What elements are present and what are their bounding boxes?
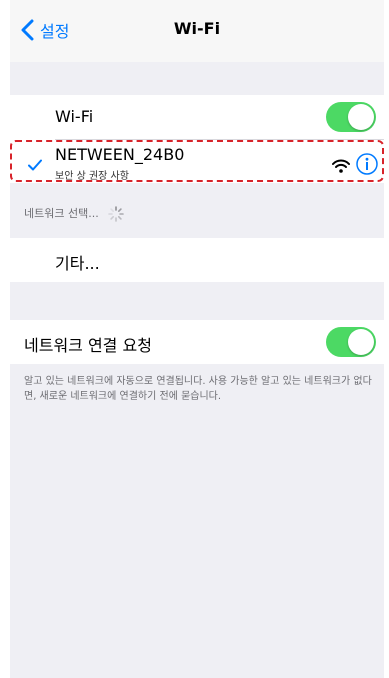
ask-to-join-group: 네트워크 연결 요청 <box>10 320 384 364</box>
wifi-toggle[interactable] <box>326 102 376 132</box>
highlight-box <box>10 140 384 182</box>
navigation-bar: 설정 Wi-Fi <box>10 0 384 62</box>
other-network-group: 기타... <box>10 238 384 282</box>
other-network-label: 기타... <box>55 254 100 273</box>
loading-spinner-icon <box>108 206 125 222</box>
wifi-settings-screen: 설정 Wi-Fi Wi-Fi NETWEEN_24B0 보안 상 권장 사항 네… <box>10 0 384 678</box>
toggle-knob <box>348 329 374 355</box>
ask-to-join-description: 알고 있는 네트워크에 자동으로 연결됩니다. 사용 가능한 알고 있는 네트워… <box>24 376 372 402</box>
network-select-header: 네트워크 선택... <box>24 205 125 222</box>
ask-to-join-toggle[interactable] <box>326 327 376 357</box>
ask-to-join-label: 네트워크 연결 요청 <box>24 336 152 355</box>
page-title: Wi-Fi <box>173 19 221 38</box>
ask-to-join-row: 네트워크 연결 요청 <box>10 320 384 364</box>
wifi-toggle-row: Wi-Fi <box>10 95 384 139</box>
network-select-label: 네트워크 선택... <box>24 207 99 220</box>
toggle-knob <box>348 104 374 130</box>
wifi-label: Wi-Fi <box>55 107 94 126</box>
other-network-row[interactable]: 기타... <box>10 238 384 282</box>
